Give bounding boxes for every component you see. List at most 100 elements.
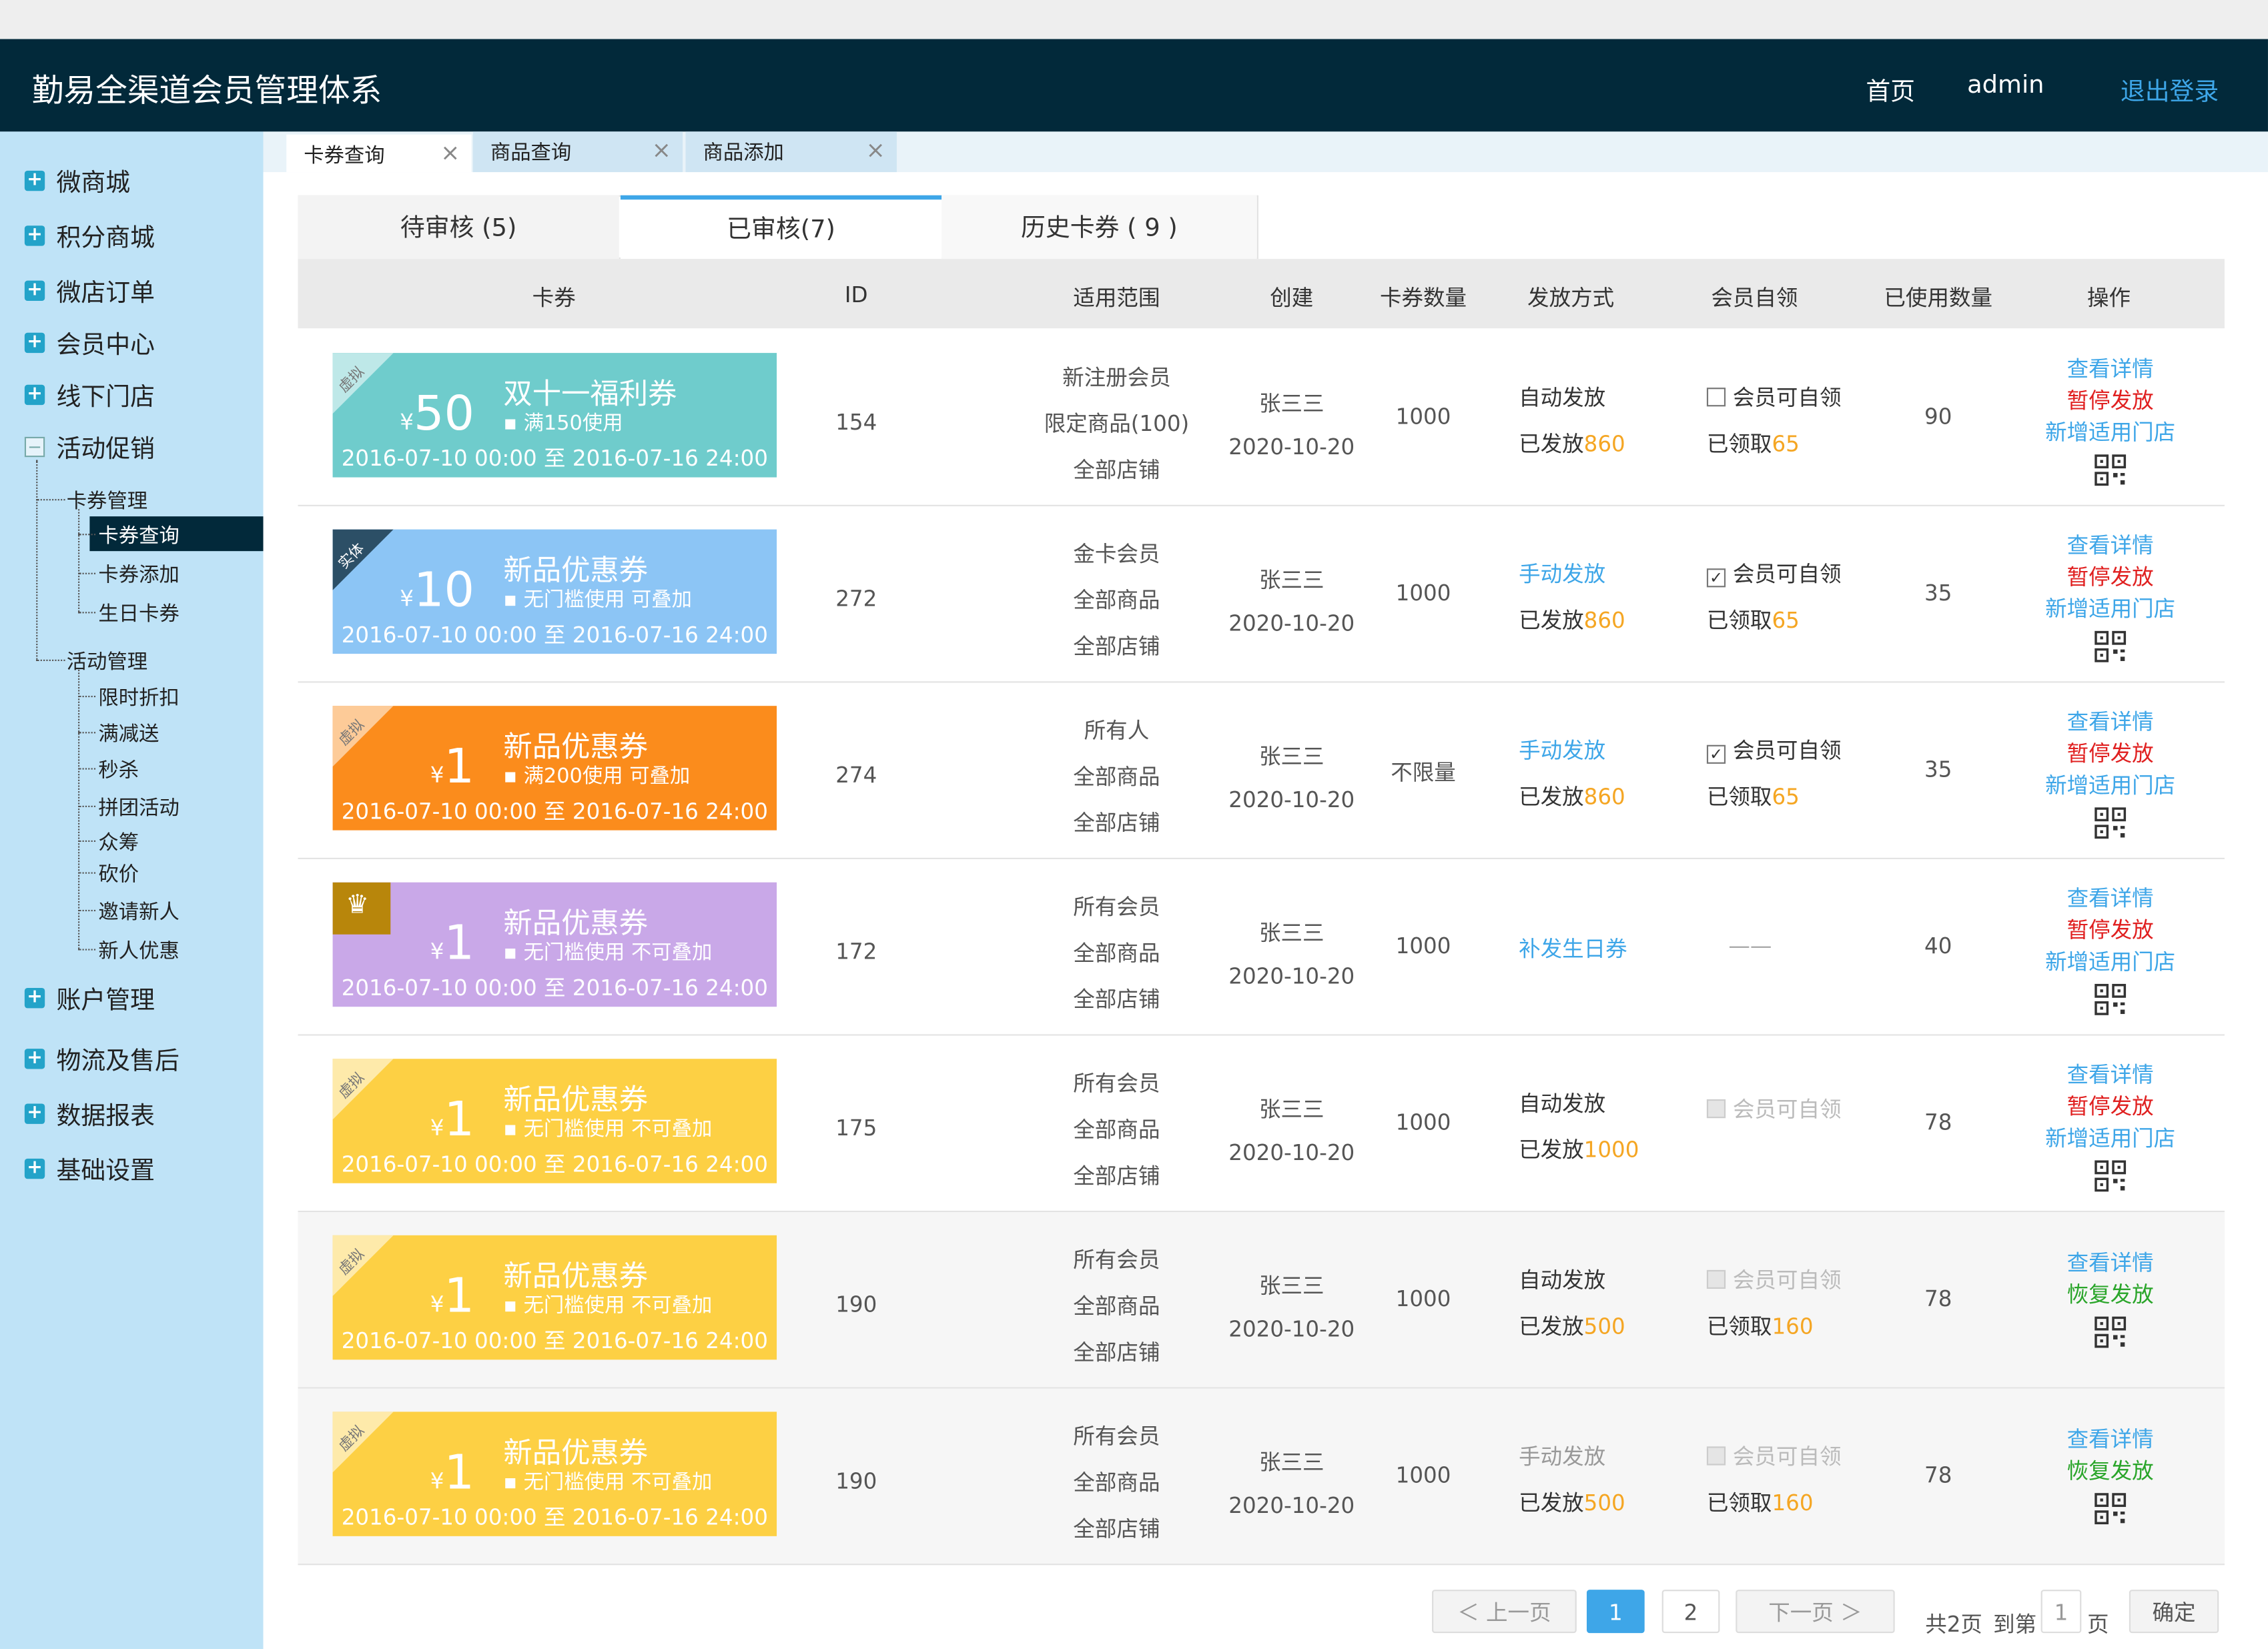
pause-issue-link[interactable]: 暂停发放 xyxy=(2024,738,2197,768)
issue-method[interactable]: 手动发放 xyxy=(1519,735,1605,766)
tree-line xyxy=(78,949,96,951)
coupon-amount: ¥1 xyxy=(399,1267,474,1324)
page-tab-card-query[interactable]: 卡券查询 × xyxy=(286,134,472,173)
sidebar-subitem[interactable]: 卡券查询 xyxy=(98,521,179,550)
sidebar-subitem[interactable]: 卡券添加 xyxy=(98,560,179,588)
sidebar-item[interactable]: + 积分商城 xyxy=(24,217,155,253)
add-store-link[interactable]: 新增适用门店 xyxy=(2024,593,2197,624)
sidebar-item[interactable]: − 活动促销 xyxy=(24,428,155,465)
sidebar-item[interactable]: + 基础设置 xyxy=(24,1150,155,1186)
self-claim-label: 会员可自领 xyxy=(1732,384,1842,411)
tab-history[interactable]: 历史卡券 ( 9 ) xyxy=(941,195,1257,259)
coupon-card: 虚拟 ¥1 新品优惠券 ▪ 无门槛使用 不可叠加 2016-07-10 00:00 至 … xyxy=(332,1235,777,1360)
claimed-number: 65 xyxy=(1772,607,1800,634)
checkbox[interactable]: ✓ xyxy=(1706,744,1726,764)
qrcode-icon[interactable] xyxy=(2095,1160,2127,1192)
currency-symbol: ¥ xyxy=(430,762,444,788)
sidebar-subitem[interactable]: 拼团活动 xyxy=(98,792,179,821)
sidebar-item-label: 物流及售后 xyxy=(56,1047,179,1077)
qrcode-icon[interactable] xyxy=(2095,1493,2127,1525)
checkbox xyxy=(1706,1269,1726,1289)
view-detail-link[interactable]: 查看详情 xyxy=(2024,530,2197,560)
sidebar-subitem[interactable]: 砍价 xyxy=(98,859,139,888)
card-quantity: 1000 xyxy=(1395,933,1451,959)
add-store-link[interactable]: 新增适用门店 xyxy=(2024,1123,2197,1153)
tab-approved[interactable]: 已审核(7) xyxy=(620,195,942,259)
issued-count: 已发放500 xyxy=(1519,1311,1625,1341)
created-date: 2020-10-20 xyxy=(1228,1492,1355,1519)
coupon-card: ♛ ¥1 新品优惠券 ▪ 无门槛使用 不可叠加 2016-07-10 00:00 至 2… xyxy=(332,882,777,1007)
page-2-button[interactable]: 2 xyxy=(1661,1590,1720,1634)
qrcode-icon[interactable] xyxy=(2095,807,2127,839)
page-tab-product-query[interactable]: 商品查询 × xyxy=(472,131,683,173)
sidebar-subitem[interactable]: 满减送 xyxy=(98,719,159,748)
sidebar-subitem[interactable]: 众筹 xyxy=(98,827,139,856)
issued-count: 已发放1000 xyxy=(1519,1134,1639,1165)
page-tab-product-add[interactable]: 商品添加 × xyxy=(685,131,897,173)
view-detail-link[interactable]: 查看详情 xyxy=(2024,883,2197,913)
add-store-link[interactable]: 新增适用门店 xyxy=(2024,416,2197,447)
sidebar-subitem[interactable]: 生日卡券 xyxy=(98,599,179,628)
sidebar-item[interactable]: + 微商城 xyxy=(24,162,130,198)
next-page-button[interactable]: 下一页 ＞ xyxy=(1736,1590,1895,1634)
expand-icon: + xyxy=(24,169,45,191)
sidebar-subitem[interactable]: 秒杀 xyxy=(98,755,139,784)
crown-badge: ♛ xyxy=(332,882,391,935)
coupon-amount: ¥50 xyxy=(399,385,474,442)
view-detail-link[interactable]: 查看详情 xyxy=(2024,1059,2197,1089)
view-detail-link[interactable]: 查看详情 xyxy=(2024,1424,2197,1454)
sidebar-item[interactable]: + 数据报表 xyxy=(24,1095,155,1131)
coupon-valid-period: 2016-07-10 00:00 至 2016-07-16 24:00 xyxy=(341,622,768,648)
resume-issue-link[interactable]: 恢复发放 xyxy=(2024,1279,2197,1309)
qrcode-icon[interactable] xyxy=(2095,1316,2127,1348)
sidebar-item[interactable]: + 微店订单 xyxy=(24,272,155,308)
sidebar-subitem[interactable]: 邀请新人 xyxy=(98,897,179,925)
add-store-link[interactable]: 新增适用门店 xyxy=(2024,770,2197,800)
sidebar-subitem[interactable]: 新人优惠 xyxy=(98,936,179,965)
scope-line: 所有人 xyxy=(1084,717,1150,744)
pause-issue-link[interactable]: 暂停发放 xyxy=(2024,561,2197,592)
qrcode-icon[interactable] xyxy=(2095,454,2127,486)
close-icon[interactable]: × xyxy=(866,136,885,163)
user-name[interactable]: admin xyxy=(1967,71,2044,99)
qrcode-icon[interactable] xyxy=(2095,983,2127,1016)
view-detail-link[interactable]: 查看详情 xyxy=(2024,353,2197,384)
home-link[interactable]: 首页 xyxy=(1866,71,1915,107)
issue-method[interactable]: 补发生日券 xyxy=(1519,933,1627,964)
self-claim-option[interactable]: ✓ 会员可自领 xyxy=(1706,735,1842,766)
column-header: 适用范围 xyxy=(1073,285,1160,312)
view-detail-link[interactable]: 查看详情 xyxy=(2024,706,2197,736)
claimed-prefix: 已领取 xyxy=(1706,784,1772,810)
checkbox[interactable]: ✓ xyxy=(1706,568,1726,588)
view-detail-link[interactable]: 查看详情 xyxy=(2024,1247,2197,1277)
page-1-button[interactable]: 1 xyxy=(1586,1590,1645,1634)
resume-issue-link[interactable]: 恢复发放 xyxy=(2024,1455,2197,1486)
qrcode-icon[interactable] xyxy=(2095,630,2127,662)
page-number-input[interactable]: 1 xyxy=(2040,1590,2082,1634)
pause-issue-link[interactable]: 暂停发放 xyxy=(2024,914,2197,945)
sidebar-item[interactable]: + 账户管理 xyxy=(24,979,155,1015)
self-claim-option[interactable]: 会员可自领 xyxy=(1706,382,1842,412)
self-claim-option[interactable]: ✓ 会员可自领 xyxy=(1706,558,1842,589)
claimed-number: 65 xyxy=(1772,784,1800,810)
sidebar-item[interactable]: + 会员中心 xyxy=(24,324,155,360)
issue-method[interactable]: 手动发放 xyxy=(1519,1441,1605,1472)
sidebar-item[interactable]: + 物流及售后 xyxy=(24,1040,179,1077)
used-count: 78 xyxy=(1924,1109,1952,1136)
close-icon[interactable]: × xyxy=(440,139,460,166)
expand-icon: + xyxy=(24,1102,45,1123)
pause-issue-link[interactable]: 暂停发放 xyxy=(2024,1091,2197,1121)
issue-method[interactable]: 手动发放 xyxy=(1519,558,1605,589)
confirm-button[interactable]: 确定 xyxy=(2129,1590,2219,1634)
prev-page-button[interactable]: ＜ 上一页 xyxy=(1432,1590,1577,1634)
close-icon[interactable]: × xyxy=(652,136,671,163)
scope-line: 全部商品 xyxy=(1073,1470,1160,1496)
add-store-link[interactable]: 新增适用门店 xyxy=(2024,946,2197,977)
sidebar-item-label: 活动促销 xyxy=(56,435,155,465)
logout-link[interactable]: 退出登录 xyxy=(2121,71,2219,107)
pause-issue-link[interactable]: 暂停发放 xyxy=(2024,385,2197,416)
sidebar-item[interactable]: + 线下门店 xyxy=(24,376,155,412)
tab-pending[interactable]: 待审核 (5) xyxy=(298,195,619,259)
checkbox[interactable] xyxy=(1706,388,1726,407)
sidebar-subitem[interactable]: 限时折扣 xyxy=(98,682,179,711)
